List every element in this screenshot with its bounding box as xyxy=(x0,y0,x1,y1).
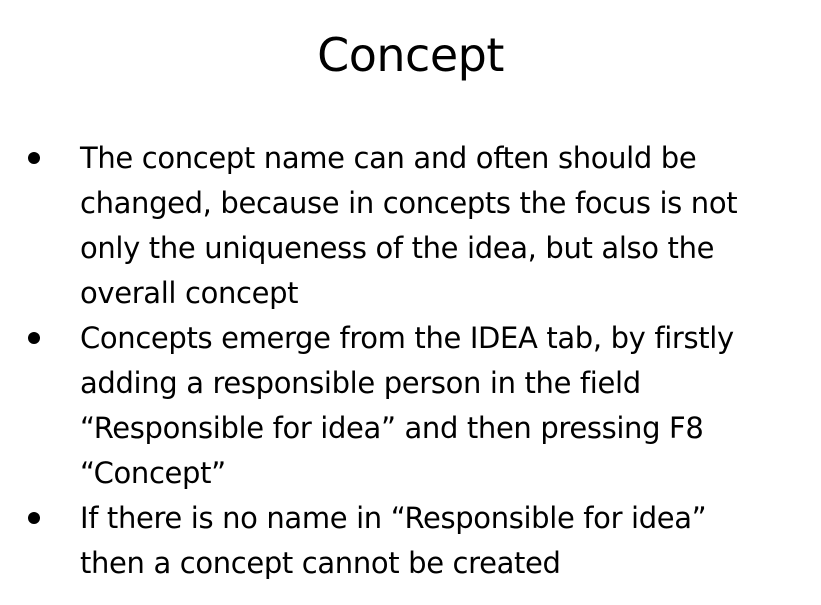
bullet-item-2: Concepts emerge from the IDEA tab, by fi… xyxy=(24,316,804,496)
bullet-icon xyxy=(28,152,40,164)
bullet-list: The concept name can and often should be… xyxy=(24,136,804,586)
bullet-3-line-1: If there is no name in “Responsible for … xyxy=(80,501,707,535)
bullet-3-line-2: then a concept cannot be created xyxy=(80,546,561,580)
slide-title: Concept xyxy=(317,28,504,82)
bullet-1-line-1: The concept name can and often should be xyxy=(80,141,697,175)
bullet-icon xyxy=(28,332,40,344)
bullet-1-line-4: overall concept xyxy=(80,276,299,310)
bullet-2-line-2: adding a responsible person in the field xyxy=(80,366,641,400)
bullet-item-3: If there is no name in “Responsible for … xyxy=(24,496,804,586)
bullet-item-1: The concept name can and often should be… xyxy=(24,136,804,316)
bullet-1-line-3: only the uniqueness of the idea, but als… xyxy=(80,231,715,265)
bullet-1-line-2: changed, because in concepts the focus i… xyxy=(80,186,738,220)
bullet-2-line-1: Concepts emerge from the IDEA tab, by fi… xyxy=(80,321,734,355)
slide: Concept The concept name can and often s… xyxy=(0,0,821,605)
bullet-icon xyxy=(28,512,40,524)
bullet-2-line-4: “Concept” xyxy=(80,456,226,490)
bullet-2-line-3: “Responsible for idea” and then pressing… xyxy=(80,411,704,445)
